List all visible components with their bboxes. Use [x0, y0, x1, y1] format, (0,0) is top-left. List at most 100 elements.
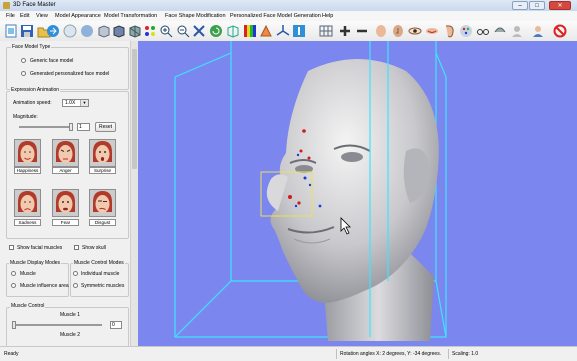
animation-speed-label: Animation speed: [13, 100, 52, 106]
landmark-point[interactable] [318, 204, 322, 208]
muscle-display-modes-title: Muscle Display Modes [9, 260, 62, 266]
window-title: 3D Face Master [13, 2, 56, 8]
new-icon[interactable] [4, 24, 18, 38]
landmark-point[interactable] [302, 129, 306, 133]
landmark-point[interactable] [308, 183, 312, 187]
landmark-point[interactable] [303, 176, 307, 180]
symmetric-muscles-radio[interactable] [73, 283, 78, 288]
landmark-point[interactable] [296, 153, 300, 157]
maximize-button[interactable]: □ [529, 1, 545, 10]
control-panel: Face Model Type Generic face model Gener… [0, 41, 138, 346]
surprise-face-thumbnail[interactable] [89, 139, 116, 167]
ear-icon[interactable] [442, 24, 456, 38]
personalized-face-model-radio[interactable] [21, 71, 26, 76]
landmark-point[interactable] [299, 149, 303, 153]
disgust-face-thumbnail[interactable] [89, 189, 116, 217]
fit-icon[interactable] [192, 24, 206, 38]
landmark-point[interactable] [307, 156, 311, 160]
menu-edit[interactable]: Edit [20, 13, 29, 19]
bust-icon[interactable] [510, 24, 524, 38]
generic-face-model-radio[interactable] [21, 58, 26, 63]
mouth-icon[interactable] [425, 24, 439, 38]
head-icon[interactable] [374, 24, 388, 38]
rotate-icon[interactable] [209, 24, 223, 38]
zoom-in-icon[interactable] [159, 24, 173, 38]
muscle-radio[interactable] [11, 271, 16, 276]
menu-model-appearance[interactable]: Model Appearance [55, 13, 101, 19]
menu-personalized-face-model-generation[interactable]: Personalized Face Model Generation [230, 13, 321, 19]
panel-scrollbar[interactable] [130, 41, 138, 346]
sadness-face-thumbnail[interactable] [14, 189, 41, 217]
anger-label: Anger [52, 167, 79, 174]
head-model [266, 59, 439, 341]
muscle-1-slider[interactable] [16, 324, 102, 326]
cube-icon[interactable] [63, 24, 77, 38]
muscle-influence-area-radio[interactable] [11, 283, 16, 288]
viewport-canvas[interactable] [138, 41, 577, 346]
face-model-type-group [6, 47, 129, 90]
box-icon[interactable] [226, 24, 240, 38]
magnitude-slider[interactable] [19, 126, 73, 128]
landmark-point[interactable] [288, 195, 292, 199]
color-spectrum-icon[interactable] [243, 24, 257, 38]
glasses-icon[interactable] [476, 24, 490, 38]
landmark-point[interactable] [294, 204, 298, 208]
grid-icon[interactable] [128, 24, 142, 38]
export-icon[interactable] [46, 24, 60, 38]
landmark-point[interactable] [297, 201, 301, 205]
expression-animation-title: Expression Animation [10, 87, 61, 93]
muscle-1-input[interactable]: 0 [110, 321, 122, 329]
symmetric-muscles-label: Symmetric muscles [81, 283, 125, 289]
status-ready: Ready [4, 351, 19, 357]
menu-help[interactable]: Help [322, 13, 333, 19]
zoom-out-icon[interactable] [176, 24, 190, 38]
nose-icon[interactable] [391, 24, 405, 38]
anger-face-thumbnail[interactable] [52, 139, 79, 167]
vertex-icon[interactable] [259, 24, 273, 38]
happiness-face-thumbnail[interactable] [14, 139, 41, 167]
menu-view[interactable]: View [36, 13, 48, 19]
remove-icon[interactable] [355, 24, 369, 38]
muscle-control-modes-group [70, 263, 129, 297]
menu-face-shape-modification[interactable]: Face Shape Modification [165, 13, 226, 19]
magnitude-slider-thumb[interactable] [69, 123, 73, 131]
individual-muscle-radio[interactable] [73, 271, 78, 276]
color-dots-icon[interactable] [143, 24, 157, 38]
add-icon[interactable] [338, 24, 352, 38]
cube-flat-icon[interactable] [97, 24, 111, 38]
fear-label: Fear [52, 219, 79, 226]
eye-icon[interactable] [408, 24, 422, 38]
status-rotation: Rotation angles X: 2 degrees, Y: -34 deg… [340, 351, 442, 357]
face-model-type-title: Face Model Type [11, 44, 52, 50]
animation-speed-select[interactable]: 1.0X ▼ [62, 99, 89, 107]
sphere-icon[interactable] [80, 24, 94, 38]
disgust-label: Disgust [89, 219, 116, 226]
panel-scrollbar-thumb[interactable] [132, 49, 137, 169]
toolbar [0, 21, 577, 42]
menu-model-transformation[interactable]: Model Transformation [104, 13, 157, 19]
cube-shaded-icon[interactable] [112, 24, 126, 38]
landmark-icon[interactable] [292, 24, 306, 38]
close-button[interactable]: ✕ [549, 1, 571, 10]
menu-file[interactable]: File [6, 13, 15, 19]
hair-icon[interactable] [493, 24, 507, 38]
chevron-down-icon: ▼ [80, 100, 88, 106]
forbid-icon[interactable] [553, 24, 567, 38]
reset-button[interactable]: Reset [95, 122, 116, 132]
muscle-label: Muscle [20, 271, 36, 277]
minimize-button[interactable]: – [512, 1, 528, 10]
show-skull-checkbox[interactable] [74, 245, 79, 250]
save-icon[interactable] [20, 24, 34, 38]
happiness-label: Happiness [14, 167, 41, 174]
fear-face-thumbnail[interactable] [52, 189, 79, 217]
personalized-face-model-label: Generated personalized face model [30, 71, 110, 77]
person-icon[interactable] [531, 24, 545, 38]
muscle-influence-area-label: Muscle influence area [20, 283, 69, 289]
show-facial-muscles-checkbox[interactable] [9, 245, 14, 250]
mesh-icon[interactable] [319, 24, 333, 38]
palette-icon[interactable] [459, 24, 473, 38]
3d-viewport[interactable] [138, 41, 577, 346]
muscle-control-title: Muscle Control [10, 303, 46, 309]
axes-icon[interactable] [276, 24, 290, 38]
magnitude-input[interactable]: 1 [77, 123, 90, 131]
